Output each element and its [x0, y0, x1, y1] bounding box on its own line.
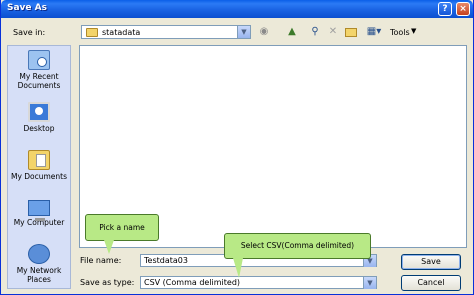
- place-my-documents[interactable]: My Documents: [8, 150, 70, 181]
- file-name-label: File name:: [80, 256, 122, 265]
- place-desktop[interactable]: Desktop: [8, 102, 70, 133]
- my-computer-icon: [28, 200, 50, 221]
- up-folder-icon[interactable]: ▲: [285, 25, 299, 39]
- chevron-down-icon[interactable]: ▼: [363, 277, 376, 289]
- help-button[interactable]: ?: [438, 2, 452, 16]
- place-my-recent-documents[interactable]: My Recent Documents: [8, 50, 70, 90]
- window-title: Save As: [7, 3, 47, 13]
- new-folder-icon[interactable]: [344, 25, 358, 39]
- save-as-type-value: CSV (Comma delimited): [144, 278, 241, 287]
- place-my-computer[interactable]: My Computer: [8, 200, 70, 227]
- network-places-icon: [28, 244, 50, 264]
- tools-menu[interactable]: Tools: [390, 28, 410, 37]
- chevron-down-icon[interactable]: ▼: [237, 26, 250, 38]
- place-my-network-places[interactable]: My Network Places: [8, 244, 70, 284]
- file-name-value: Testdata03: [144, 256, 188, 265]
- save-in-value: statadata: [102, 28, 141, 37]
- save-in-label: Save in:: [13, 28, 46, 37]
- save-in-dropdown[interactable]: statadata ▼: [81, 25, 251, 39]
- tools-chevron-down-icon[interactable]: ▼: [411, 27, 416, 35]
- places-bar: My Recent Documents Desktop My Documents…: [7, 45, 71, 289]
- close-button[interactable]: ×: [456, 2, 470, 16]
- place-label: My Network Places: [16, 266, 62, 284]
- recent-documents-icon: [28, 50, 50, 70]
- desktop-icon: [28, 102, 50, 122]
- save-as-dialog: Save As ? × Save in: statadata ▼ ◉ ▲ ⚲ ✕…: [0, 0, 474, 295]
- pick-name-callout: Pick a name: [85, 214, 159, 254]
- save-as-type-label: Save as type:: [80, 278, 135, 287]
- save-button[interactable]: Save: [401, 254, 461, 270]
- save-as-type-dropdown[interactable]: CSV (Comma delimited) ▼: [140, 276, 377, 289]
- place-label: Desktop: [23, 124, 55, 133]
- cancel-button[interactable]: Cancel: [401, 275, 461, 291]
- search-web-icon[interactable]: ⚲: [308, 25, 322, 39]
- select-csv-callout: Select CSV(Comma delimited): [224, 233, 371, 278]
- delete-icon[interactable]: ✕: [326, 25, 340, 39]
- back-icon[interactable]: ◉: [257, 25, 271, 39]
- place-label: My Documents: [10, 172, 68, 181]
- folder-icon: [86, 28, 98, 37]
- views-icon[interactable]: ▦▾: [363, 25, 385, 39]
- my-documents-icon: [28, 150, 50, 170]
- title-bar[interactable]: Save As ? ×: [1, 0, 473, 18]
- place-label: My Recent Documents: [17, 72, 61, 90]
